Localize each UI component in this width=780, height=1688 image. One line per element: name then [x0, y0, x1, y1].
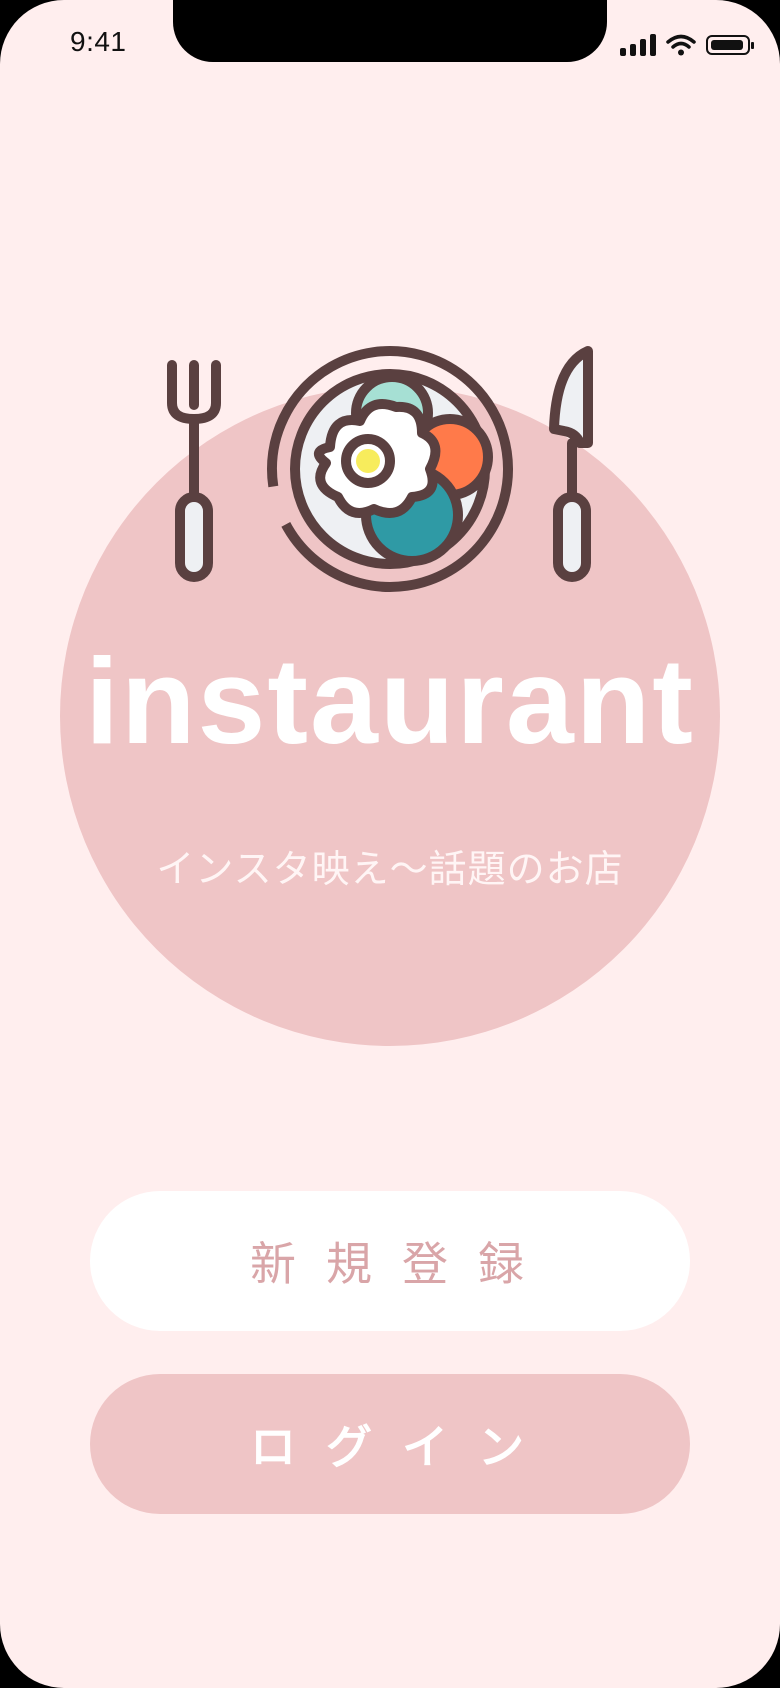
register-button[interactable]: 新規登録	[90, 1191, 690, 1331]
status-time: 9:41	[70, 26, 127, 57]
battery-icon	[706, 35, 754, 55]
plate-with-fork-and-knife-icon	[167, 345, 593, 592]
app-screen: 9:41 instaurant インスタ映え〜話題のお店 新規登録 ログイン	[0, 0, 780, 1688]
status-icons	[620, 30, 754, 60]
app-title: instaurant	[85, 633, 695, 769]
device-notch	[173, 0, 607, 62]
wifi-icon	[666, 34, 696, 56]
login-button[interactable]: ログイン	[90, 1374, 690, 1514]
cellular-signal-icon	[620, 34, 656, 56]
app-tagline: インスタ映え〜話題のお店	[156, 847, 624, 891]
